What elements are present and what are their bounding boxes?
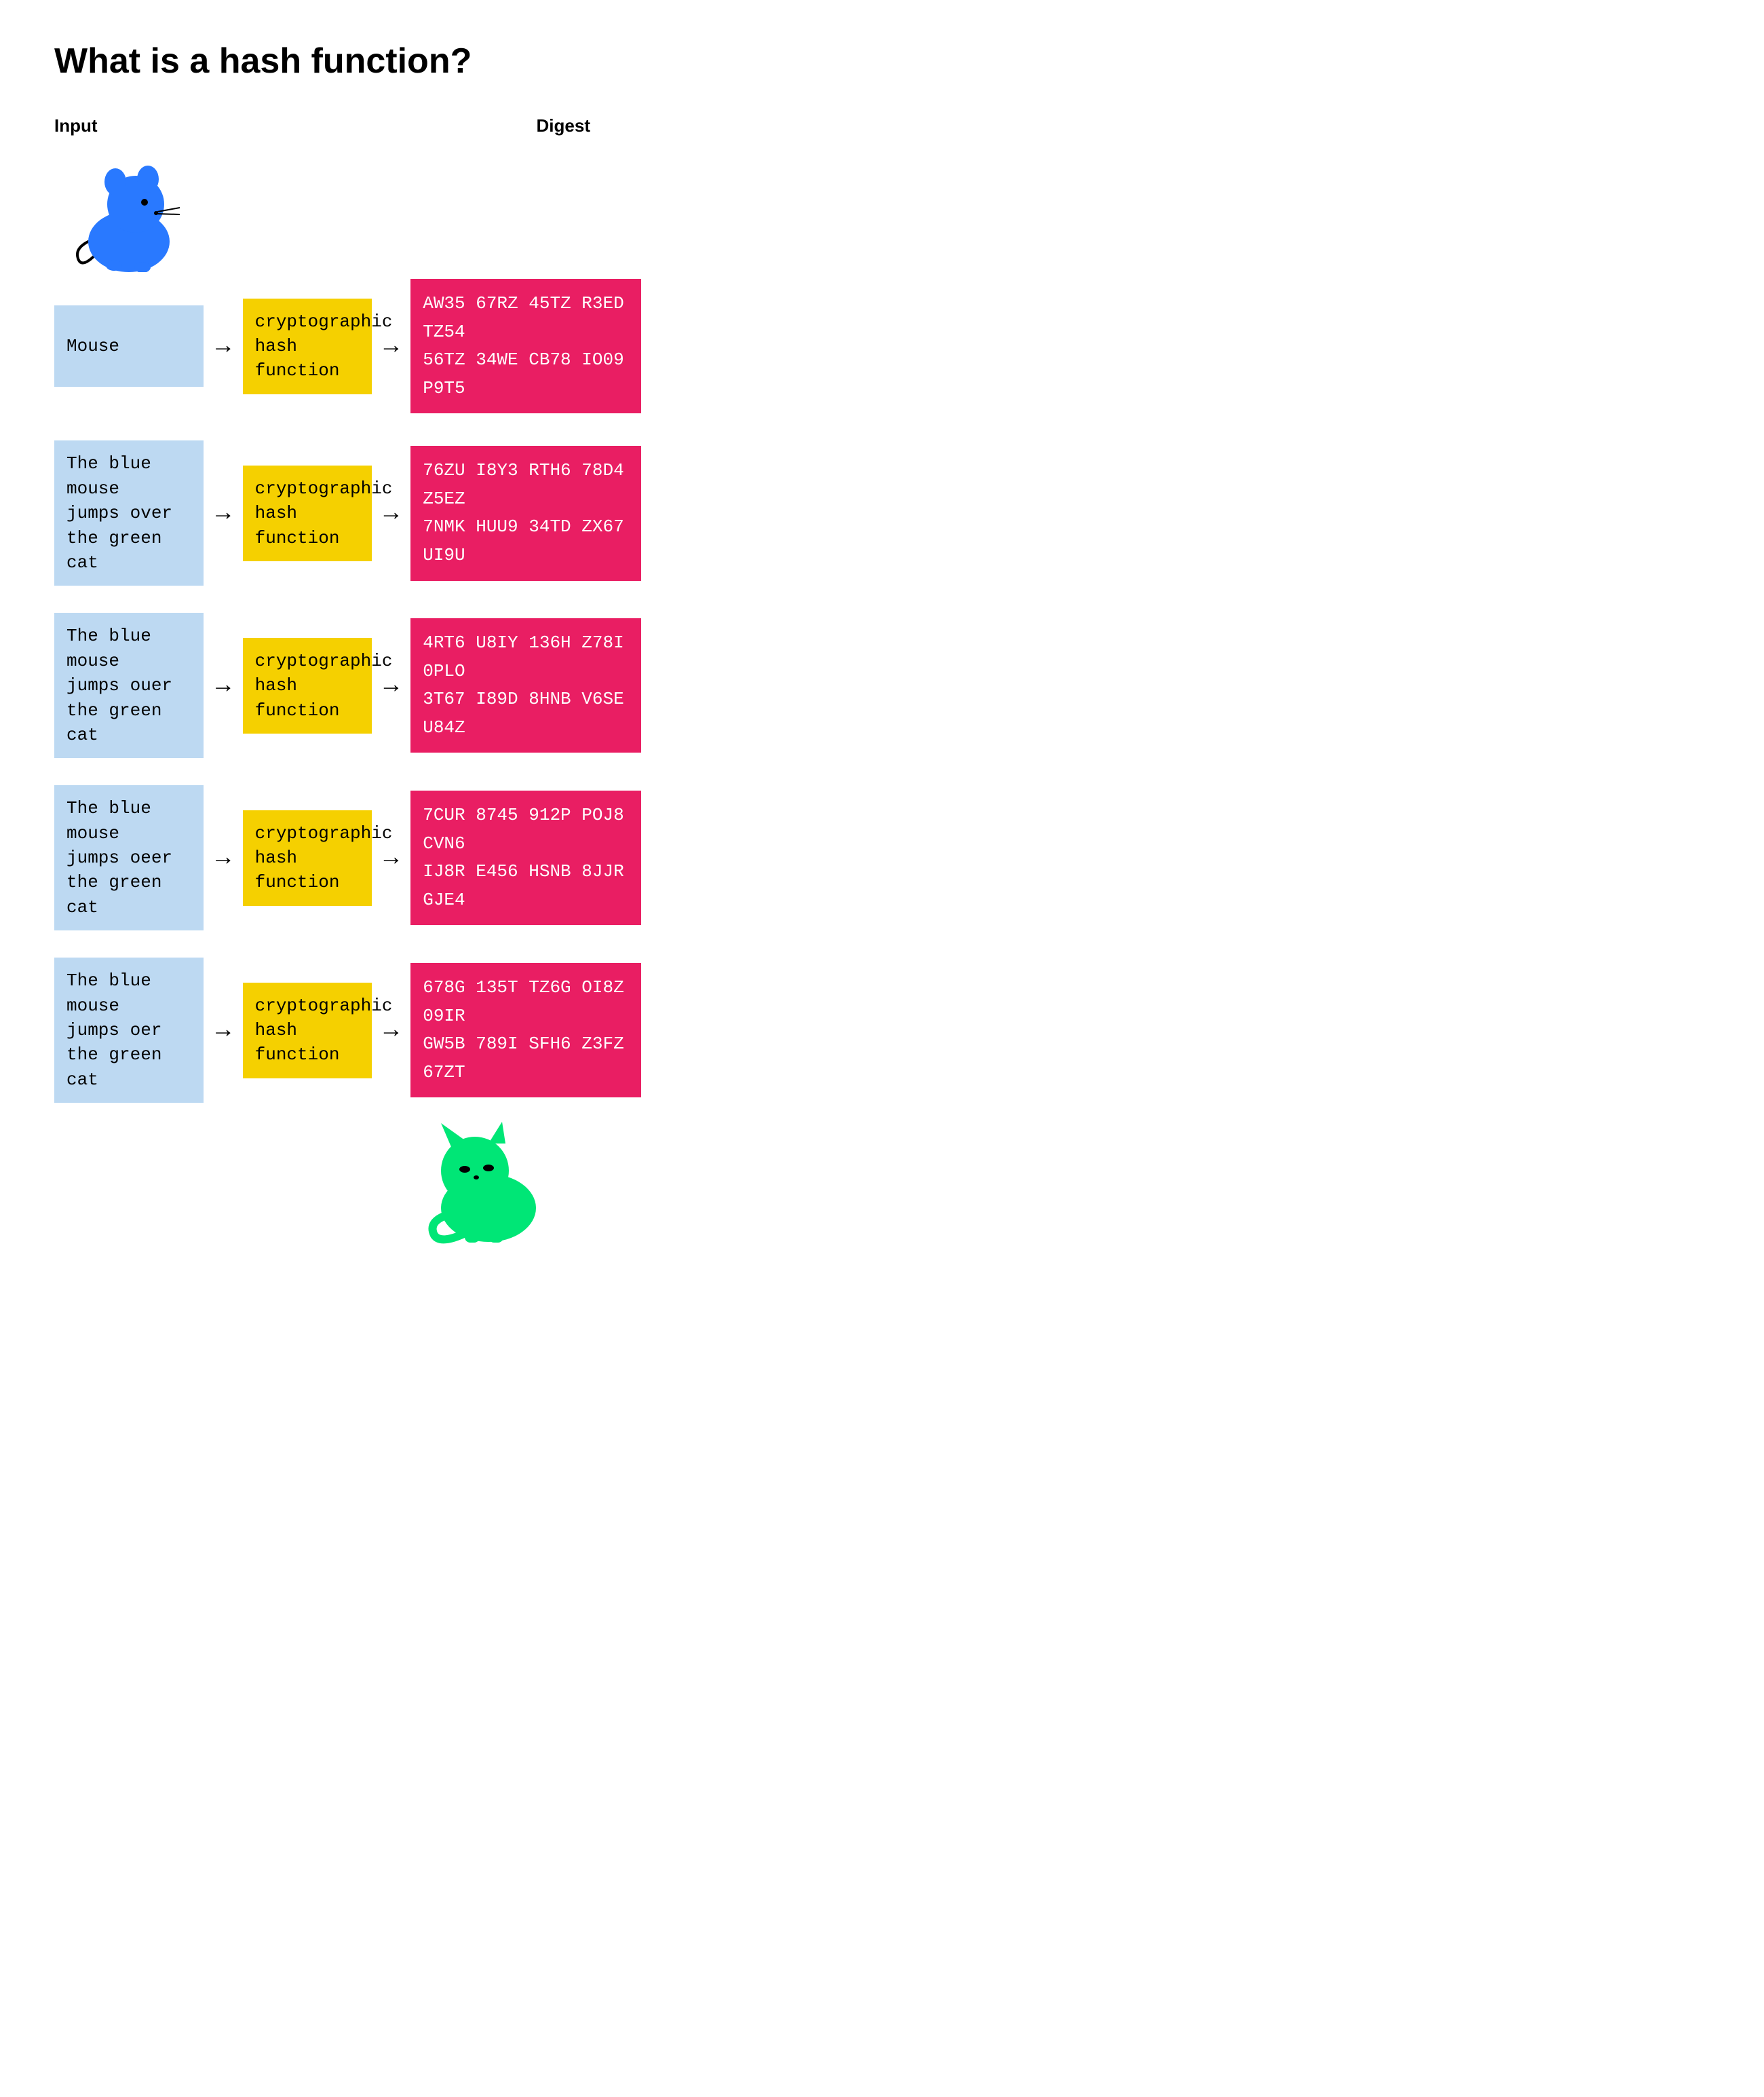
arrow1-1: → xyxy=(204,499,243,527)
digest-box-4: 678G 135T TZ6G OI8Z 09IR GW5B 789I SFH6 … xyxy=(410,963,641,1097)
hash-box-2: cryptographic hash function xyxy=(243,638,372,734)
arrow2-2: → xyxy=(372,672,411,700)
input-box-3: The blue mouse jumps oeer the green cat xyxy=(54,785,204,930)
digest-box-2: 4RT6 U8IY 136H Z78I 0PLO 3T67 I89D 8HNB … xyxy=(410,618,641,753)
row-row-3: The blue mouse jumps oeer the green cat→… xyxy=(54,785,624,930)
row-row-1: The blue mouse jumps over the green cat→… xyxy=(54,440,624,586)
arrow2-1: → xyxy=(372,499,411,527)
input-box-0: Mouse xyxy=(54,305,204,387)
arrow1-3: → xyxy=(204,844,243,872)
digest-box-0: AW35 67RZ 45TZ R3ED TZ54 56TZ 34WE CB78 … xyxy=(410,279,641,413)
digest-box-1: 76ZU I8Y3 RTH6 78D4 Z5EZ 7NMK HUU9 34TD … xyxy=(410,446,641,580)
hash-box-3: cryptographic hash function xyxy=(243,810,372,906)
arrow1-4: → xyxy=(204,1017,243,1044)
hash-box-1: cryptographic hash function xyxy=(243,466,372,561)
input-label: Input xyxy=(54,115,98,136)
input-box-1: The blue mouse jumps over the green cat xyxy=(54,440,204,586)
digest-label: Digest xyxy=(537,115,590,136)
mouse-illustration xyxy=(54,150,624,272)
hash-box-4: cryptographic hash function xyxy=(243,983,372,1078)
arrow2-3: → xyxy=(372,844,411,872)
arrow1-2: → xyxy=(204,672,243,700)
arrow2-4: → xyxy=(372,1017,411,1044)
cat-svg xyxy=(400,1110,550,1245)
rows-container: Mouse→cryptographic hash function→AW35 6… xyxy=(54,279,624,1103)
input-box-4: The blue mouse jumps oer the green cat xyxy=(54,958,204,1103)
arrow2-0: → xyxy=(372,333,411,360)
row-row-mouse: Mouse→cryptographic hash function→AW35 6… xyxy=(54,279,624,413)
row-row-4: The blue mouse jumps oer the green cat→c… xyxy=(54,958,624,1103)
digest-box-3: 7CUR 8745 912P POJ8 CVN6 IJ8R E456 HSNB … xyxy=(410,791,641,925)
input-box-2: The blue mouse jumps ouer the green cat xyxy=(54,613,204,758)
mouse-svg xyxy=(75,153,183,272)
arrow1-0: → xyxy=(204,333,243,360)
hash-box-0: cryptographic hash function xyxy=(243,299,372,394)
row-row-2: The blue mouse jumps ouer the green cat→… xyxy=(54,613,624,758)
page-title: What is a hash function? xyxy=(54,41,624,81)
cat-illustration xyxy=(326,1110,624,1245)
